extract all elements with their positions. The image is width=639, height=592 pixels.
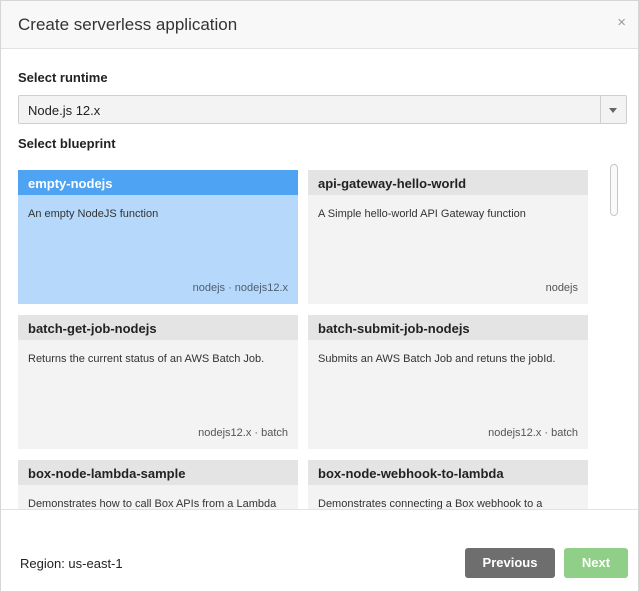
blueprint-card-empty-nodejs[interactable]: empty-nodejs An empty NodeJS function no… <box>18 170 298 304</box>
card-title: api-gateway-hello-world <box>308 170 588 195</box>
dialog-title: Create serverless application <box>18 15 238 34</box>
previous-button[interactable]: Previous <box>465 548 555 578</box>
blueprint-label: Select blueprint <box>18 136 116 151</box>
region-text: Region: us-east-1 <box>20 556 123 571</box>
create-app-dialog: Create serverless application × Select r… <box>0 0 639 592</box>
blueprint-card-batch-submit-job-nodejs[interactable]: batch-submit-job-nodejs Submits an AWS B… <box>308 315 588 449</box>
blueprint-card-box-node-lambda-sample[interactable]: box-node-lambda-sample Demonstrates how … <box>18 460 298 510</box>
card-title: box-node-webhook-to-lambda <box>308 460 588 485</box>
card-description: Demonstrates how to call Box APIs from a… <box>28 498 277 510</box>
runtime-select[interactable]: Node.js 12.x <box>18 95 627 124</box>
card-tags: nodejs12.x · batch <box>488 427 578 439</box>
runtime-label: Select runtime <box>18 70 108 85</box>
chevron-down-icon[interactable] <box>609 108 617 113</box>
next-button[interactable]: Next <box>564 548 628 578</box>
card-tags: nodejs · nodejs12.x <box>192 282 288 294</box>
close-icon[interactable]: × <box>617 15 626 31</box>
card-title: batch-get-job-nodejs <box>18 315 298 340</box>
blueprint-card-api-gateway-hello-world[interactable]: api-gateway-hello-world A Simple hello-w… <box>308 170 588 304</box>
blueprint-scrollbar[interactable] <box>610 164 618 216</box>
dialog-header: Create serverless application × <box>1 1 638 49</box>
card-title: box-node-lambda-sample <box>18 460 298 485</box>
card-tags: nodejs <box>545 282 578 294</box>
card-description: An empty NodeJS function <box>28 208 159 220</box>
blueprint-card-box-node-webhook-to-lambda[interactable]: box-node-webhook-to-lambda Demonstrates … <box>308 460 588 510</box>
footer-divider <box>1 509 638 510</box>
card-description: A Simple hello-world API Gateway functio… <box>318 208 526 220</box>
card-description: Submits an AWS Batch Job and retuns the … <box>318 353 556 365</box>
card-description: Demonstrates connecting a Box webhook to… <box>318 498 543 510</box>
card-description: Returns the current status of an AWS Bat… <box>28 353 265 365</box>
card-title: empty-nodejs <box>18 170 298 195</box>
blueprint-grid: empty-nodejs An empty NodeJS function no… <box>18 170 589 510</box>
runtime-select-value: Node.js 12.x <box>28 103 101 118</box>
select-divider <box>600 96 601 123</box>
blueprint-card-batch-get-job-nodejs[interactable]: batch-get-job-nodejs Returns the current… <box>18 315 298 449</box>
card-title: batch-submit-job-nodejs <box>308 315 588 340</box>
card-tags: nodejs12.x · batch <box>198 427 288 439</box>
